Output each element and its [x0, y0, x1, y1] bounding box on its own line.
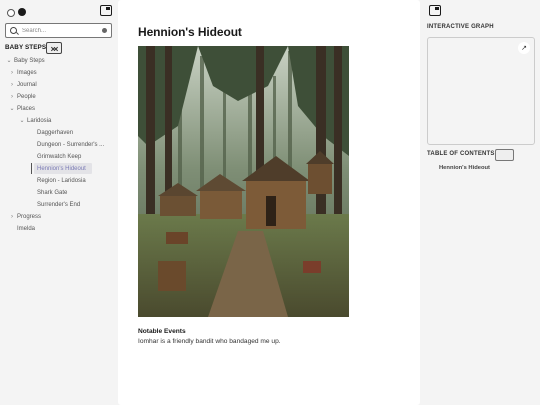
main-content: Hennion's Hideout Notable Events Iomhar …	[118, 0, 420, 405]
toc-title: TABLE OF CONTENTS	[427, 151, 495, 157]
right-sidebar: INTERACTIVE GRAPH ↗ TABLE OF CONTENTS He…	[422, 0, 540, 405]
tree-item-label: Places	[17, 105, 36, 112]
page-title: Hennion's Hideout	[138, 25, 242, 39]
panel-icon[interactable]	[429, 5, 441, 16]
moon-icon[interactable]	[18, 7, 26, 16]
tree-item-label: People	[17, 93, 36, 100]
tree-item[interactable]: Imelda	[17, 223, 35, 234]
interactive-graph[interactable]: ↗	[427, 37, 535, 145]
graph-title: INTERACTIVE GRAPH	[427, 24, 494, 30]
tree-item-label: Shark Gate	[37, 189, 68, 196]
tree-item[interactable]: Region - Laridosia	[37, 175, 86, 186]
sun-icon[interactable]	[5, 7, 15, 17]
tree-item[interactable]: Hennion's Hideout	[34, 163, 92, 174]
tree-item-label: Images	[17, 69, 37, 76]
tree-item-label: Progress	[17, 213, 42, 220]
tree-item[interactable]: Daggerhaven	[37, 127, 73, 138]
tree-item-label: Journal	[17, 81, 37, 88]
explorer-title: BABY STEPS	[5, 44, 47, 51]
tree-item-label: Dungeon - Surrender's ...	[37, 141, 105, 148]
tree-item[interactable]: › Progress	[9, 211, 41, 222]
collapse-all-button[interactable]	[46, 42, 62, 54]
tree-item-label: Surrender's End	[37, 201, 81, 208]
tree-item[interactable]: › Images	[9, 67, 37, 78]
left-sidebar: BABY STEPS ⌄Baby Steps›Images›Journal›Pe…	[0, 0, 117, 405]
tree-item-label: Baby Steps	[14, 57, 45, 64]
notable-events-text: Iomhar is a friendly bandit who bandaged…	[138, 338, 281, 345]
tree-item-label: Grimwatch Keep	[37, 153, 82, 160]
notable-events-heading: Notable Events	[138, 328, 186, 335]
tree-item-label: Laridosia	[27, 117, 52, 124]
search-input[interactable]	[22, 27, 102, 34]
toc-item[interactable]: Hennion's Hideout	[439, 165, 490, 171]
chevron-down-icon[interactable]: ⌄	[19, 117, 25, 124]
sidebar-toggle-icon[interactable]	[100, 5, 112, 16]
hideout-image	[138, 46, 349, 317]
search-icon	[10, 27, 17, 34]
theme-toggle[interactable]	[5, 6, 27, 17]
search-box[interactable]	[5, 23, 112, 38]
tree-item[interactable]: ⌄ Laridosia	[19, 115, 51, 126]
tree-item-label: Hennion's Hideout	[37, 165, 86, 172]
chevron-right-icon[interactable]: ›	[9, 82, 15, 88]
chevron-right-icon[interactable]: ›	[9, 214, 15, 220]
toc-toggle[interactable]	[495, 149, 514, 161]
tree-item[interactable]: ⌄ Baby Steps	[6, 55, 45, 66]
tree-item[interactable]: › Journal	[9, 79, 37, 90]
tree-item[interactable]: Dungeon - Surrender's ...	[37, 139, 104, 150]
tree-item[interactable]: Shark Gate	[37, 187, 67, 198]
chevron-right-icon[interactable]: ›	[9, 70, 15, 76]
chevron-right-icon[interactable]: ›	[9, 94, 15, 100]
tree-item-label: Daggerhaven	[37, 129, 74, 136]
tree-item[interactable]: ⌄ Places	[9, 103, 35, 114]
arrow-up-right-icon[interactable]: ↗	[518, 42, 530, 54]
clear-icon[interactable]	[102, 28, 107, 33]
active-indicator	[31, 163, 32, 174]
tree-item[interactable]: › People	[9, 91, 36, 102]
tree-item[interactable]: Grimwatch Keep	[37, 151, 81, 162]
tree-item-label: Imelda	[17, 225, 36, 232]
chevron-down-icon[interactable]: ⌄	[9, 105, 15, 112]
chevron-down-icon[interactable]: ⌄	[6, 57, 12, 64]
tree-item-label: Region - Laridosia	[37, 177, 86, 184]
tree-item[interactable]: Surrender's End	[37, 199, 80, 210]
